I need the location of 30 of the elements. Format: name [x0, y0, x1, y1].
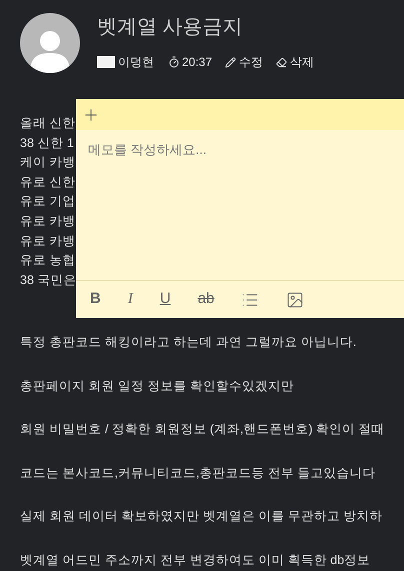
format-button[interactable]: ab — [198, 288, 214, 311]
image-icon[interactable] — [286, 290, 304, 308]
body-paragraph: 벳계열 어드민 주소까지 전부 변경하여도 이미 획득한 db정보 — [20, 552, 370, 569]
body-text-line: 유로 신한 — [20, 174, 76, 191]
body-paragraph: 실제 회원 데이터 확보하였지만 벳계열은 이를 무관하고 방치하 — [20, 508, 382, 526]
body-paragraph: 회원 비밀번호 / 정확한 회원정보 (계좌,핸드폰번호) 확인이 절때 — [20, 421, 385, 438]
body-paragraph: 특정 총판코드 해킹이라고 하는데 과연 그럴까요 아닙니다. — [20, 334, 356, 352]
body-paragraph: 코드는 본사코드,커뮤니티코드,총판코드등 전부 들고있습니다 — [20, 464, 376, 482]
pencil-icon — [225, 56, 236, 68]
memo-field[interactable]: 메모를 작성하세요... — [76, 130, 404, 280]
body-paragraph: 총판페이지 회원 일정 정보를 확인할수있겠지만 — [20, 378, 294, 395]
delete-button[interactable]: 삭제 — [276, 53, 314, 71]
body-text-line: 유로 카뱅 — [20, 232, 76, 250]
edit-button[interactable]: 수정 — [225, 53, 264, 71]
post-title: 벳계열 사용금지 — [97, 15, 244, 40]
timer-icon — [168, 56, 180, 68]
body-text-line: 올래 신한 — [20, 115, 76, 132]
body-text-line: 38 신한 1 — [20, 134, 74, 152]
format-button[interactable]: B — [90, 288, 101, 311]
body-text-line: 케이 카뱅 — [20, 154, 76, 172]
body-text-line: 유로 카뱅 — [20, 212, 76, 230]
eraser-icon — [276, 56, 288, 68]
body-text-line: 38 국민은 — [20, 272, 76, 289]
author-name: 이덩현 — [118, 54, 154, 71]
post-time: 20:37 — [182, 54, 212, 71]
format-button[interactable]: I — [128, 288, 133, 311]
body-text-line: 유로 농협 — [20, 252, 76, 270]
body-text-line: 유로 기업 — [20, 193, 76, 210]
format-button[interactable]: U — [160, 288, 171, 311]
name-card-icon — [97, 56, 115, 68]
